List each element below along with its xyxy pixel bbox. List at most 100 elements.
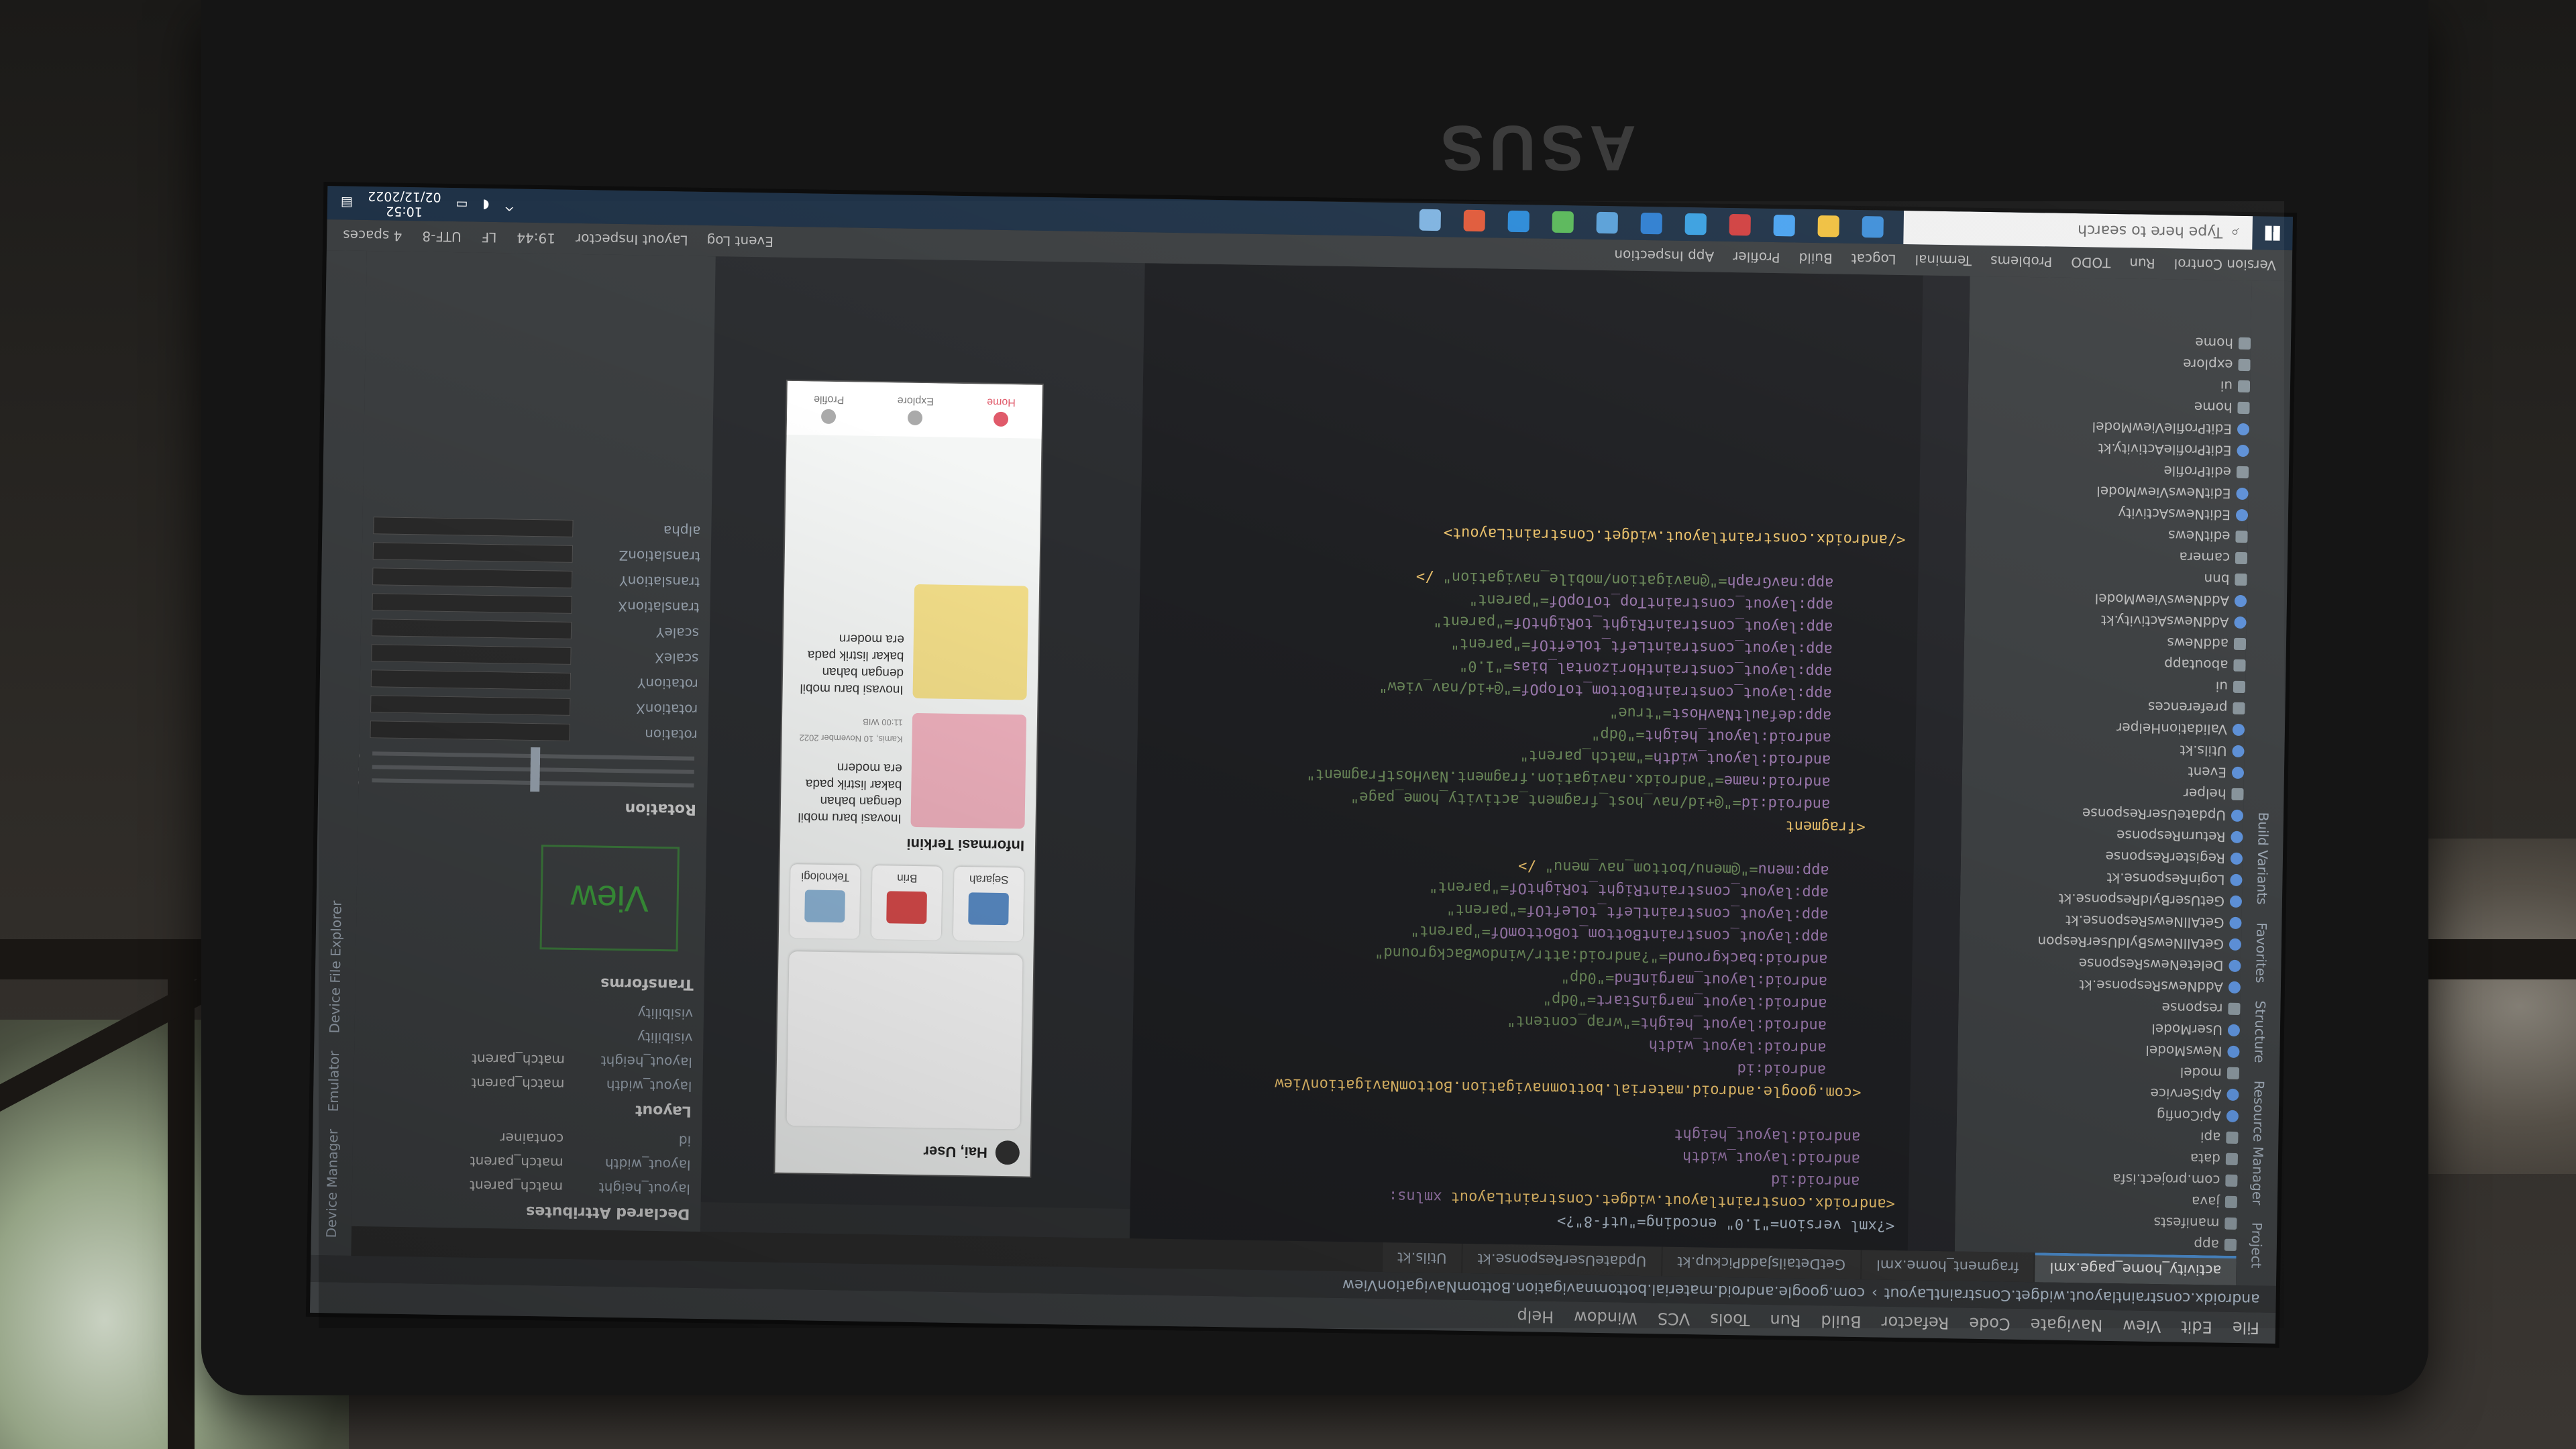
project-tree-item[interactable]: api: [1956, 1122, 2239, 1148]
bottom-nav-item[interactable]: Home: [987, 396, 1016, 427]
tool-window-button[interactable]: Terminal: [1915, 252, 1972, 268]
notification-icon[interactable]: ▤: [341, 195, 353, 210]
news-item[interactable]: Inovasi baru mobil dengan bahan bakar li…: [791, 704, 1027, 829]
category-card[interactable]: Teknologi: [789, 864, 861, 939]
caret-position[interactable]: 19:44: [517, 230, 555, 247]
editor-tab[interactable]: activity_home_page.xml: [2035, 1252, 2237, 1285]
project-tree-item[interactable]: addNews: [1964, 629, 2247, 655]
transform-field-input[interactable]: [371, 644, 572, 665]
transform-field-input[interactable]: [370, 695, 571, 716]
editor-tab[interactable]: Utils.kt: [1382, 1242, 1462, 1273]
project-tree-item[interactable]: AddNewsViewModel: [1965, 586, 2247, 612]
keyboard-icon[interactable]: ▭: [455, 197, 468, 212]
editor-tab[interactable]: fragment_home.xml: [1861, 1250, 2034, 1283]
tool-window-button[interactable]: Version Control: [2174, 256, 2276, 273]
editor-tab[interactable]: GetDetailsJaddPickup.kt: [1662, 1246, 1861, 1280]
project-tree-item[interactable]: explore: [1968, 350, 2251, 376]
chevron-up-icon[interactable]: ^: [504, 198, 515, 213]
project-tree-item[interactable]: EditNewsActivity: [1966, 500, 2249, 527]
tool-window-button[interactable]: Run: [2129, 255, 2155, 272]
line-separator[interactable]: LF: [482, 229, 497, 246]
menu-item[interactable]: Help: [1517, 1307, 1554, 1326]
taskbar-app-icon[interactable]: [1552, 211, 1574, 233]
project-tree-item[interactable]: ApiService: [1957, 1079, 2239, 1106]
project-tree-item[interactable]: helper: [1962, 779, 2244, 805]
transform-field-input[interactable]: [370, 669, 572, 690]
tool-window-button[interactable]: App Inspection: [1614, 247, 1714, 264]
taskbar-clock[interactable]: 10:52 02/12/2022: [368, 189, 441, 219]
project-tree-item[interactable]: EditProfileActivity.kt: [1967, 436, 2249, 462]
rotation-slider[interactable]: 0: [352, 747, 695, 765]
category-card[interactable]: Brin: [871, 865, 943, 941]
rotation-slider[interactable]: 0: [352, 760, 694, 779]
taskbar-app-icon[interactable]: [1817, 215, 1839, 237]
transform-field-input[interactable]: [371, 619, 572, 639]
slider-handle[interactable]: [530, 747, 540, 765]
menu-item[interactable]: Run: [1770, 1311, 1801, 1330]
project-tree-item[interactable]: preferences: [1963, 693, 2245, 719]
tool-strip-button[interactable]: Favorites: [2253, 922, 2269, 983]
tool-strip-button[interactable]: Device File Explorer: [327, 900, 345, 1033]
project-tree-item[interactable]: UpdateUserResponse: [1962, 800, 2244, 826]
project-tree-item[interactable]: NewsModel: [1957, 1036, 2240, 1063]
menu-item[interactable]: VCS: [1658, 1309, 1690, 1328]
editor-tab[interactable]: UpdateUserResponse.kt: [1462, 1243, 1662, 1277]
transform-field-input[interactable]: [372, 593, 572, 614]
project-tree-item[interactable]: Event: [1962, 757, 2245, 784]
taskbar-app-icon[interactable]: [1596, 211, 1618, 234]
taskbar-app-icon[interactable]: [1684, 213, 1707, 235]
tool-strip-button[interactable]: Resource Manager: [2249, 1080, 2267, 1205]
project-tree-item[interactable]: manifests: [1955, 1208, 2237, 1234]
menu-item[interactable]: Tools: [1710, 1310, 1750, 1330]
tool-strip-button[interactable]: Project: [2248, 1222, 2265, 1269]
menu-item[interactable]: Refactor: [1881, 1313, 1949, 1333]
category-card[interactable]: Sejarah: [953, 866, 1024, 942]
tool-window-button[interactable]: Problems: [1990, 253, 2053, 270]
taskbar-app-icon[interactable]: [1640, 212, 1662, 235]
project-tree-item[interactable]: EditProfileViewModel: [1968, 415, 2250, 441]
taskbar-app-icon[interactable]: [1773, 214, 1795, 237]
transform-field-input[interactable]: [372, 542, 574, 563]
tool-strip-button[interactable]: Structure: [2251, 1000, 2268, 1063]
project-tree-item[interactable]: java: [1955, 1187, 2238, 1213]
taskbar-app-icon[interactable]: [1507, 210, 1530, 233]
project-tree-item[interactable]: Utils.kt: [1962, 736, 2245, 762]
taskbar-app-icon[interactable]: [1729, 213, 1751, 236]
project-tree-item[interactable]: ReturnResponse: [1961, 822, 2243, 848]
menu-item[interactable]: File: [2233, 1318, 2260, 1338]
transform-field-input[interactable]: [373, 517, 574, 537]
project-tree-item[interactable]: ui: [1968, 372, 2251, 398]
file-encoding[interactable]: UTF-8: [422, 228, 462, 245]
project-tree-item[interactable]: AddNewsActivity.kt: [1964, 608, 2247, 634]
project-tree-item[interactable]: response: [1958, 994, 2241, 1020]
code-editor[interactable]: <?xml version="1.0" encoding="utf-8"?> <a…: [1129, 263, 1970, 1252]
tool-strip-button[interactable]: Build Variants: [2254, 812, 2271, 905]
project-tree-item[interactable]: home: [1968, 393, 2250, 419]
menu-item[interactable]: Edit: [2181, 1318, 2212, 1337]
code-text[interactable]: <?xml version="1.0" encoding="utf-8"?> <a…: [1136, 517, 1905, 1237]
news-item[interactable]: Inovasi baru mobil dengan bahan bakar li…: [794, 576, 1029, 700]
project-tree-item[interactable]: EditNewsViewModel: [1966, 479, 2249, 505]
project-tree-item[interactable]: editProfile: [1967, 458, 2249, 484]
transform-field-input[interactable]: [370, 720, 570, 741]
project-tree-item[interactable]: app: [1955, 1230, 2237, 1256]
project-tree-item[interactable]: RegisterResponse: [1961, 843, 2243, 869]
rotation-slider[interactable]: 0: [352, 773, 694, 792]
tool-window-button[interactable]: Layout Inspector: [576, 231, 688, 249]
tool-window-button[interactable]: Build: [1799, 250, 1833, 267]
project-tree-item[interactable]: LoginResponse.kt: [1960, 865, 2243, 891]
project-tree-item[interactable]: com.project.isfa: [1955, 1165, 2238, 1191]
project-tree-item[interactable]: ValidationHelper: [1963, 714, 2245, 741]
tool-strip-button[interactable]: Device Manager: [323, 1129, 341, 1238]
transform-field[interactable]: alpha: [362, 513, 712, 543]
transform-field-input[interactable]: [372, 568, 573, 588]
project-tree-item[interactable]: camera: [1966, 543, 2248, 570]
taskbar-app-icon[interactable]: [1862, 216, 1884, 238]
project-tree-item[interactable]: aboutapp: [1964, 650, 2246, 676]
menu-item[interactable]: View: [2123, 1316, 2161, 1336]
indent-setting[interactable]: 4 spaces: [343, 227, 402, 244]
project-tree-item[interactable]: bnn: [1965, 565, 2247, 591]
tool-strip-button[interactable]: Emulator: [325, 1051, 342, 1112]
taskbar-app-icon[interactable]: [1419, 209, 1442, 231]
project-tree-item[interactable]: GetAllNewsResponse.kt: [1960, 908, 2242, 934]
